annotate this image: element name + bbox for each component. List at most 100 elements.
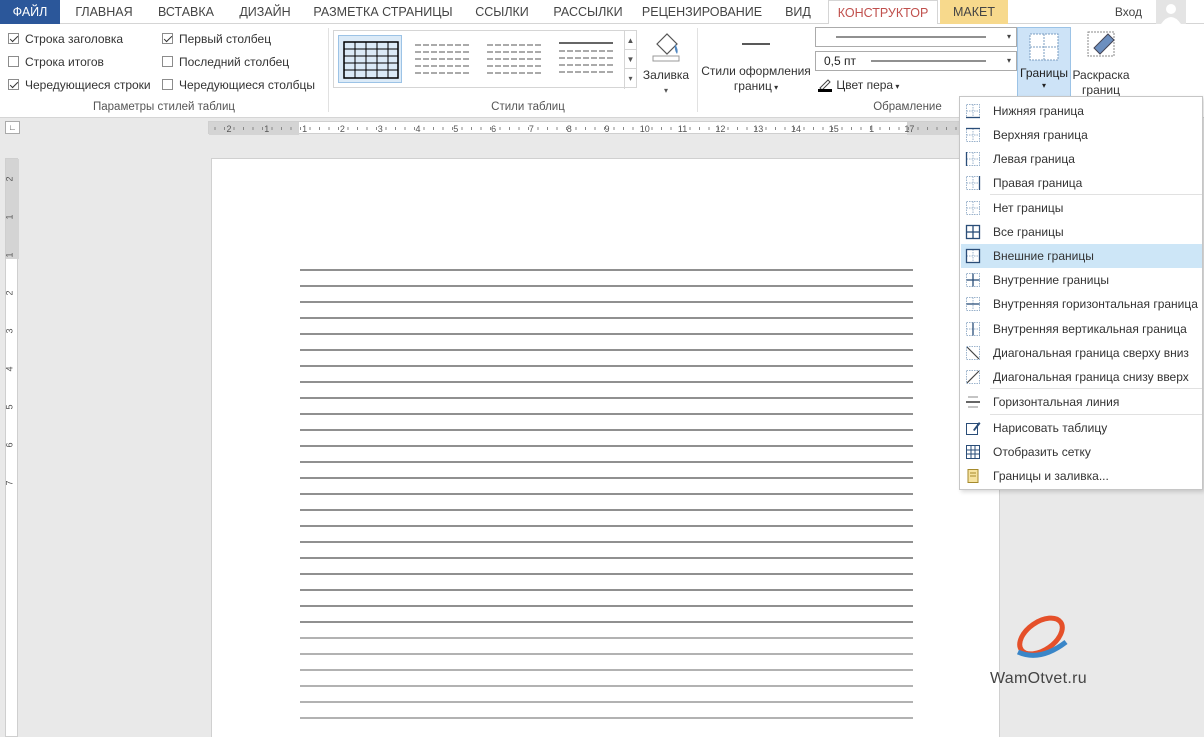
checkbox-header-row[interactable]: Строка заголовка [8,30,123,48]
borders-shading-icon [967,469,979,483]
checkbox-box[interactable] [8,56,19,67]
ruler-label: 13 [753,124,763,134]
menu-item-label: Верхняя граница [993,128,1088,142]
bottom-border-icon [966,104,980,119]
tab-insert[interactable]: ВСТАВКА [148,0,224,24]
menu-item-top-border[interactable]: Верхняя граница [961,123,1202,147]
checkbox-box[interactable] [8,79,19,90]
menu-item-view-gridlines[interactable]: Отобразить сетку [961,440,1202,464]
ruler-label: 7 [6,480,15,485]
ruler-label: 5 [453,124,458,134]
menu-item-label: Внутренняя вертикальная граница [993,322,1187,336]
menu-item-all-borders[interactable]: Все границы [961,220,1202,244]
pen-color-button[interactable]: Цвет пера ▾ [817,76,899,94]
ruler-label: 15 [829,124,839,134]
menu-item-right-border[interactable]: Правая граница [961,171,1202,195]
menu-item-outside-borders[interactable]: Внешние границы [961,244,1202,268]
horizontal-line-icon [966,396,980,408]
tab-constructor[interactable]: КОНСТРУКТОР [828,0,938,25]
left-border-icon [965,152,980,166]
border-style-line-icon [742,43,770,45]
chevron-down-icon: ▾ [663,86,668,95]
checkbox-box[interactable] [162,33,173,44]
menu-item-inside-horizontal-border[interactable]: Внутренняя горизонтальная граница [961,292,1202,316]
ruler-label: 6 [6,442,15,447]
ruler-label: 10 [640,124,650,134]
table-style-dashed-3[interactable] [554,35,618,83]
line-weight-dropdown[interactable]: 0,5 пт ▾ [815,51,1017,71]
borders-label: Границы [1020,66,1068,80]
checkbox-box[interactable] [162,79,173,90]
line-style-preview [836,36,986,38]
tab-page-layout[interactable]: РАЗМЕТКА СТРАНИЦЫ [306,0,460,24]
tab-view[interactable]: ВИД [772,0,824,24]
tab-references[interactable]: ССЫЛКИ [464,0,540,24]
menu-item-no-border[interactable]: Нет границы [961,196,1202,220]
border-painter-button[interactable]: Раскраска границ [1072,28,1130,98]
vertical-ruler[interactable]: 2 1 1 2 3 4 5 6 7 [5,158,19,737]
checkbox-box[interactable] [8,33,19,44]
gallery-scroll: ▲ ▼ ▾ [624,31,636,89]
checkbox-label: Чередующиеся строки [25,78,151,92]
gallery-scroll-up[interactable]: ▲ [625,31,636,50]
diagonal-down-border-icon [966,346,980,360]
menu-item-diagonal-up-border[interactable]: Диагональная граница снизу вверх [961,365,1202,389]
checkbox-total-row[interactable]: Строка итогов [8,53,104,71]
shading-button[interactable]: Заливка ▾ [640,28,692,98]
menu-item-left-border[interactable]: Левая граница [961,147,1202,171]
menu-item-inside-borders[interactable]: Внутренние границы [961,268,1202,292]
menu-item-label: Диагональная граница сверху вниз [993,346,1189,360]
checkbox-banded-rows[interactable]: Чередующиеся строки [8,76,151,94]
checkbox-first-column[interactable]: Первый столбец [162,30,271,48]
ruler-label: 8 [567,124,572,134]
border-styles-button[interactable]: Стили оформления границ ▾ [700,28,812,95]
table-styles-gallery[interactable]: ▲ ▼ ▾ [333,30,637,89]
table-style-dashed-2[interactable] [482,35,546,83]
inside-vertical-border-icon [966,322,980,336]
menu-item-label: Диагональная граница снизу вверх [993,370,1189,384]
ruler-label: 5 [6,404,15,409]
document-page[interactable] [211,158,1000,737]
table-style-grid[interactable] [338,35,402,83]
inside-borders-icon [966,273,980,287]
table-style-dashed-1[interactable] [410,35,474,83]
gallery-more[interactable]: ▾ [625,69,636,88]
menu-item-borders-shading[interactable]: Границы и заливка... [961,464,1202,488]
table-style-grid-icon [343,41,399,79]
chevron-down-icon: ▾ [771,83,779,92]
tab-review[interactable]: РЕЦЕНЗИРОВАНИЕ [636,0,768,24]
tab-selector[interactable]: ∟ [5,121,20,134]
menu-item-horizontal-line[interactable]: Горизонтальная линия [961,390,1202,414]
tab-maket[interactable]: МАКЕТ [940,0,1008,24]
outside-borders-icon [965,248,981,264]
checkbox-banded-columns[interactable]: Чередующиеся столбцы [162,76,315,94]
ruler-label: 3 [6,328,15,333]
group-label-borders: Обрамление [873,101,942,113]
horizontal-ruler[interactable]: 2 1 1 2 3 4 5 6 7 8 9 10 11 12 13 14 15 1 17 [208,121,999,135]
avatar[interactable] [1156,0,1186,24]
tab-home[interactable]: ГЛАВНАЯ [64,0,144,24]
checkbox-last-column[interactable]: Последний столбец [162,53,289,71]
table-lines [300,269,913,719]
tab-file[interactable]: ФАЙЛ [0,0,60,24]
checkbox-box[interactable] [162,56,173,67]
ribbon-tab-bar: ФАЙЛ ГЛАВНАЯ ВСТАВКА ДИЗАЙН РАЗМЕТКА СТР… [0,0,1204,25]
menu-item-label: Горизонтальная линия [993,395,1120,409]
menu-item-draw-table[interactable]: Нарисовать таблицу [961,416,1202,440]
menu-item-inside-vertical-border[interactable]: Внутренняя вертикальная граница [961,317,1202,341]
ruler-label: 1 [6,214,15,219]
border-painter-icon [1087,31,1115,57]
border-styles-label-2: границ [733,79,772,93]
sign-in-link[interactable]: Вход [1115,0,1142,24]
line-style-dropdown[interactable]: ▾ [815,27,1017,47]
paint-bucket-icon [652,33,680,62]
checkbox-label: Строка заголовка [25,32,124,46]
menu-item-bottom-border[interactable]: Нижняя граница [961,99,1202,123]
menu-item-diagonal-down-border[interactable]: Диагональная граница сверху вниз [961,341,1202,365]
gallery-scroll-down[interactable]: ▼ [625,50,636,69]
tab-mailings[interactable]: РАССЫЛКИ [544,0,632,24]
borders-button[interactable]: Границы ▾ [1017,27,1071,97]
tab-design[interactable]: ДИЗАЙН [228,0,302,24]
top-border-icon [966,127,980,142]
ruler-label: 3 [378,124,383,134]
